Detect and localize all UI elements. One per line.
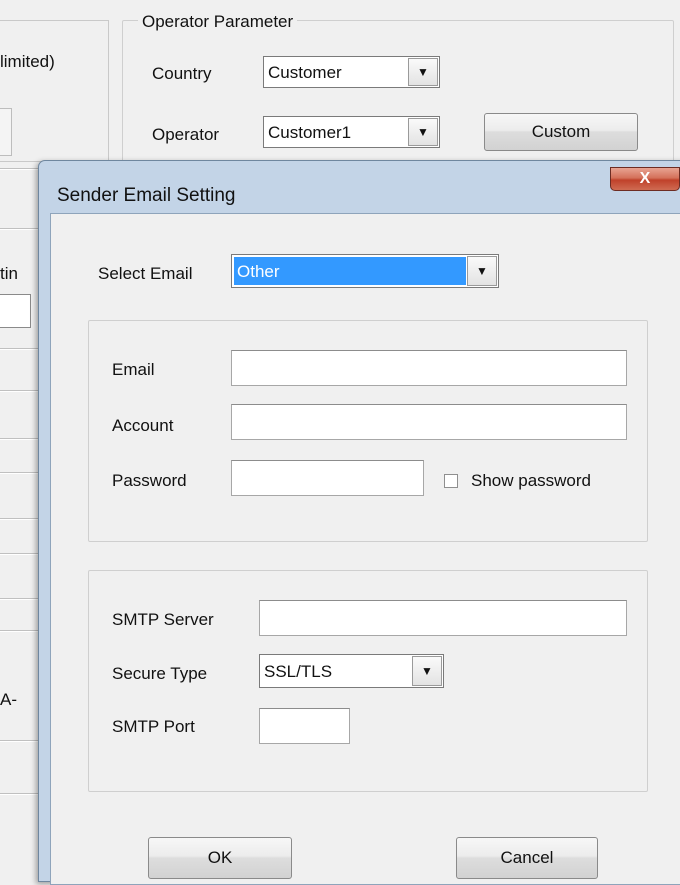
show-password-checkbox[interactable] — [444, 474, 458, 488]
operator-select[interactable]: Customer1 ▼ — [263, 116, 440, 148]
custom-button[interactable]: Custom — [484, 113, 638, 151]
smtp-port-label: SMTP Port — [112, 717, 195, 736]
operator-parameter-title: Operator Parameter — [138, 12, 298, 32]
operator-label: Operator — [152, 125, 220, 144]
chevron-down-icon[interactable]: ▼ — [412, 656, 442, 686]
email-label: Email — [112, 360, 155, 379]
cancel-button[interactable]: Cancel — [456, 837, 598, 879]
background-truncated-button — [0, 108, 12, 156]
chevron-down-icon[interactable]: ▼ — [467, 256, 497, 286]
close-icon: X — [639, 170, 651, 187]
operator-select-value: Customer1 — [268, 123, 352, 141]
background-truncated-text: A- — [0, 690, 17, 709]
account-label: Account — [112, 416, 174, 435]
chevron-down-icon[interactable]: ▼ — [408, 58, 438, 86]
country-label: Country — [152, 64, 212, 83]
background-truncated-field — [0, 294, 31, 328]
select-email-dropdown[interactable]: Other ▼ — [231, 254, 499, 288]
secure-type-value: SSL/TLS — [264, 662, 333, 680]
account-field[interactable] — [231, 404, 627, 440]
secure-type-label: Secure Type — [112, 664, 208, 683]
chevron-down-icon[interactable]: ▼ — [408, 118, 438, 146]
select-email-label: Select Email — [98, 264, 193, 283]
smtp-server-field[interactable] — [259, 600, 627, 636]
dialog-title: Sender Email Setting — [57, 185, 236, 206]
country-select-value: Customer — [268, 63, 342, 81]
show-password-label[interactable]: Show password — [471, 471, 591, 491]
password-label: Password — [112, 471, 187, 490]
email-field[interactable] — [231, 350, 627, 386]
password-field[interactable] — [231, 460, 424, 496]
background-truncated-tab: tin — [0, 264, 18, 283]
smtp-port-field[interactable] — [259, 708, 350, 744]
background-group-frame — [0, 20, 109, 162]
ok-button[interactable]: OK — [148, 837, 292, 879]
sender-email-dialog: Sender Email Setting X Select Email Othe… — [38, 160, 680, 885]
smtp-server-label: SMTP Server — [112, 610, 214, 629]
secure-type-dropdown[interactable]: SSL/TLS ▼ — [259, 654, 444, 688]
dialog-client-area: Select Email Other ▼ Email Account Passw… — [50, 213, 680, 885]
country-select[interactable]: Customer ▼ — [263, 56, 440, 88]
close-button[interactable]: X — [610, 167, 680, 191]
select-email-value: Other — [234, 257, 466, 285]
background-list-strip: tin A- — [0, 168, 40, 868]
background-truncated-label: limited) — [0, 52, 55, 71]
